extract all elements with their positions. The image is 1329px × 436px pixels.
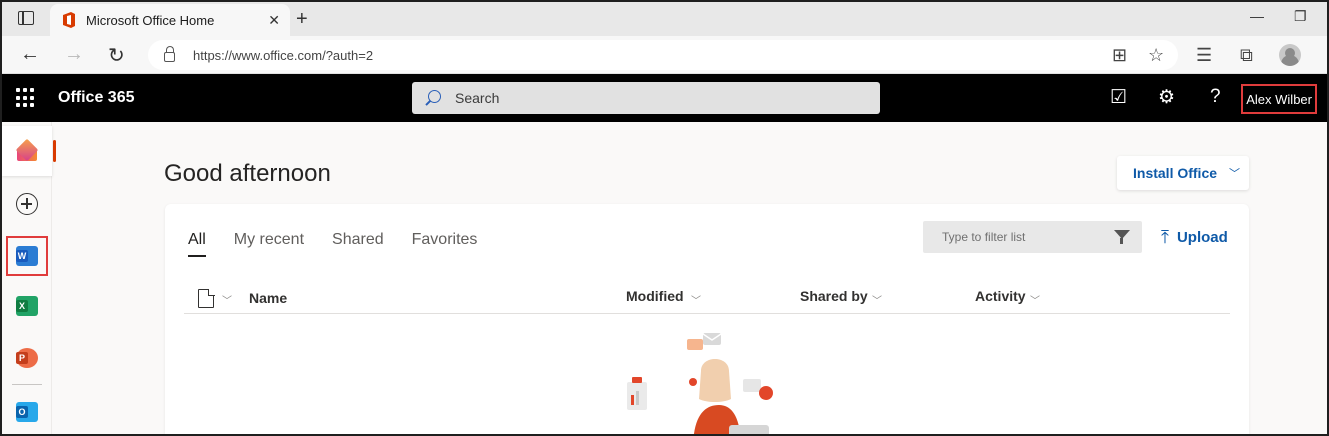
rail-item-outlook[interactable]: O — [2, 392, 52, 432]
column-shared-by[interactable]: Shared by — [800, 288, 868, 304]
rail-item-create[interactable] — [2, 182, 52, 226]
favorites-icon[interactable]: ☰ — [1196, 45, 1212, 66]
empty-state-illustration — [627, 333, 773, 434]
filter-funnel-icon — [1114, 229, 1130, 245]
suite-header: Office 365 Search ☑ ⚙ ? Alex Wilber — [2, 74, 1327, 122]
tab-actions-icon[interactable] — [18, 11, 34, 25]
search-input[interactable]: Search — [412, 82, 880, 114]
left-app-rail: W X P O — [2, 122, 56, 434]
forward-icon: → — [64, 43, 84, 65]
install-office-button[interactable]: Install Office ﹀ — [1117, 156, 1249, 190]
upload-button[interactable]: ⤒ Upload — [1161, 228, 1228, 246]
tab-title: Microsoft Office Home — [86, 12, 215, 28]
minimize-icon[interactable]: — — [1250, 8, 1264, 24]
home-icon — [17, 142, 37, 161]
tab-close-icon[interactable]: ✕ — [268, 12, 280, 29]
tab-strip: Microsoft Office Home ✕ + — ❐ — [2, 2, 1327, 36]
brand-title[interactable]: Office 365 — [58, 89, 134, 107]
account-manager-button[interactable]: Alex Wilber — [1241, 84, 1317, 114]
url-field[interactable]: https://www.office.com/?auth=2 — [148, 40, 1178, 70]
rail-item-excel[interactable]: X — [2, 286, 52, 326]
collections-icon[interactable]: ⧉ — [1240, 45, 1253, 66]
settings-gear-icon[interactable]: ⚙ — [1158, 86, 1175, 109]
browser-window: Microsoft Office Home ✕ + — ❐ ← → ↻ http… — [0, 0, 1329, 436]
restore-icon[interactable]: ❐ — [1294, 8, 1307, 25]
outlook-icon: O — [16, 402, 38, 422]
tab-favorites[interactable]: Favorites — [412, 231, 478, 249]
chevron-down-icon: ﹀ — [1229, 168, 1241, 180]
excel-icon: X — [16, 296, 38, 316]
powerpoint-icon: P — [16, 348, 38, 368]
word-icon: W — [16, 246, 38, 266]
my-day-icon[interactable]: ☑ — [1110, 86, 1127, 109]
tab-my-recent[interactable]: My recent — [234, 231, 304, 249]
chevron-down-icon[interactable]: ﹀ — [691, 292, 701, 307]
rail-item-home[interactable] — [2, 126, 56, 176]
browser-tab[interactable]: Microsoft Office Home ✕ — [50, 4, 290, 36]
back-icon[interactable]: ← — [20, 43, 40, 66]
chevron-down-icon[interactable]: ﹀ — [222, 292, 232, 307]
app-launcher-icon[interactable] — [16, 88, 36, 108]
create-icon — [16, 193, 38, 215]
document-tabs: All My recent Shared Favorites — [188, 231, 505, 257]
tab-shared[interactable]: Shared — [332, 231, 384, 249]
lock-icon[interactable] — [164, 46, 175, 62]
profile-avatar[interactable] — [1279, 44, 1301, 66]
office-favicon-icon — [63, 12, 75, 28]
rail-item-word[interactable]: W — [2, 236, 52, 276]
user-name: Alex Wilber — [1246, 91, 1312, 107]
column-modified[interactable]: Modified — [626, 288, 684, 304]
tab-all[interactable]: All — [188, 231, 206, 257]
documents-card: All My recent Shared Favorites Type to f… — [165, 204, 1249, 434]
file-type-icon[interactable] — [198, 288, 215, 308]
column-name[interactable]: Name — [249, 290, 287, 306]
chevron-down-icon[interactable]: ﹀ — [1030, 292, 1040, 307]
app-available-icon[interactable]: ⊞ — [1112, 45, 1127, 66]
add-favorite-icon[interactable]: ☆ — [1148, 45, 1164, 66]
search-placeholder: Search — [455, 90, 500, 106]
page-title: Good afternoon — [164, 160, 331, 187]
search-icon — [428, 90, 441, 103]
new-tab-icon[interactable]: + — [296, 8, 308, 31]
address-bar-row: ← → ↻ https://www.office.com/?auth=2 ⊞ ☆… — [2, 36, 1327, 74]
file-list-header: ﹀ Name Modified ﹀ Shared by ﹀ Activity ﹀ — [184, 284, 1230, 314]
url-text[interactable]: https://www.office.com/?auth=2 — [193, 48, 373, 63]
help-icon[interactable]: ? — [1210, 86, 1221, 108]
filter-input[interactable]: Type to filter list — [923, 221, 1142, 253]
filter-placeholder: Type to filter list — [942, 230, 1026, 244]
install-office-label: Install Office — [1133, 165, 1218, 181]
upload-arrow-icon: ⤒ — [1161, 227, 1169, 247]
active-indicator — [53, 140, 56, 162]
rail-divider — [12, 384, 42, 385]
rail-item-powerpoint[interactable]: P — [2, 338, 52, 378]
upload-label: Upload — [1176, 228, 1228, 246]
column-activity[interactable]: Activity — [975, 288, 1026, 304]
refresh-icon[interactable]: ↻ — [108, 43, 125, 68]
chevron-down-icon[interactable]: ﹀ — [872, 292, 882, 307]
